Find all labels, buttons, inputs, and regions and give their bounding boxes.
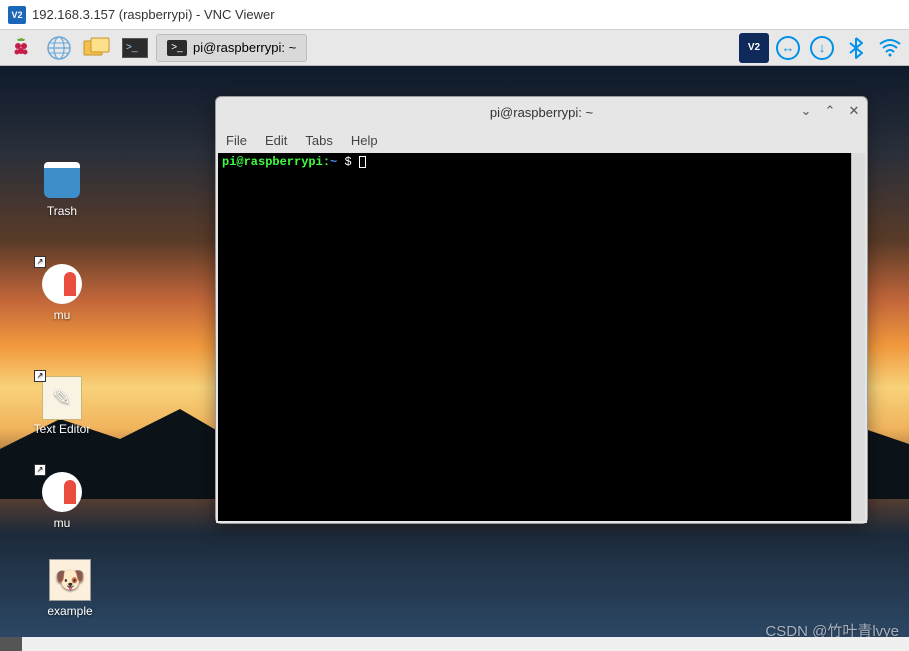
prompt-userhost: pi@raspberrypi: xyxy=(222,155,330,169)
prompt-symbol: $ xyxy=(344,155,351,169)
menu-help[interactable]: Help xyxy=(351,133,378,148)
prompt-path: ~ xyxy=(330,155,337,169)
icon-label: example xyxy=(30,604,110,618)
taskbar: >_ >_ pi@raspberrypi: ~ V2 ↔ ↓ xyxy=(0,30,909,66)
globe-icon xyxy=(46,35,72,61)
menu-edit[interactable]: Edit xyxy=(265,133,287,148)
web-browser-button[interactable] xyxy=(42,33,76,63)
shortcut-arrow-icon: ↗ xyxy=(34,256,46,268)
remote-arrows-icon: ↔ xyxy=(776,36,800,60)
icon-label: Trash xyxy=(22,204,102,218)
files-icon xyxy=(83,37,111,59)
terminal-title: pi@raspberrypi: ~ xyxy=(490,105,593,120)
raspberry-icon xyxy=(9,36,33,60)
terminal-window[interactable]: pi@raspberrypi: ~ ⌄ ⌃ ✕ File Edit Tabs H… xyxy=(215,96,868,524)
bluetooth-icon xyxy=(847,36,865,60)
task-label: pi@raspberrypi: ~ xyxy=(193,40,296,55)
menu-file[interactable]: File xyxy=(226,133,247,148)
taskbar-terminal-task[interactable]: >_ pi@raspberrypi: ~ xyxy=(156,34,307,62)
shortcut-arrow-icon: ↗ xyxy=(34,464,46,476)
vnc-viewer-icon: V2 xyxy=(8,6,26,24)
system-tray: V2 ↔ ↓ xyxy=(739,33,905,63)
host-titlebar: V2 192.168.3.157 (raspberrypi) - VNC Vie… xyxy=(0,0,909,30)
desktop-icon-text-editor[interactable]: ↗✎ Text Editor xyxy=(22,376,102,436)
tray-wifi[interactable] xyxy=(875,33,905,63)
text-editor-icon: ✎ xyxy=(42,376,82,420)
terminal-cursor xyxy=(359,156,366,168)
desktop-icon-mu[interactable]: ↗ mu xyxy=(22,262,102,322)
host-window-title: 192.168.3.157 (raspberrypi) - VNC Viewer xyxy=(32,7,275,22)
start-menu-button[interactable] xyxy=(4,33,38,63)
window-close-button[interactable]: ✕ xyxy=(847,103,861,119)
terminal-icon: >_ xyxy=(122,38,148,58)
window-maximize-button[interactable]: ⌃ xyxy=(823,103,837,119)
tray-vnc-server[interactable]: V2 xyxy=(739,33,769,63)
tray-bluetooth[interactable] xyxy=(841,33,871,63)
terminal-scrollbar[interactable] xyxy=(851,153,865,521)
mu-icon xyxy=(42,264,82,304)
file-manager-button[interactable] xyxy=(80,33,114,63)
terminal-body[interactable]: pi@raspberrypi:~ $ xyxy=(218,153,851,521)
wifi-icon xyxy=(878,38,902,58)
desktop-icon-mu-2[interactable]: ↗ mu xyxy=(22,470,102,530)
host-status-bar xyxy=(0,637,909,651)
icon-label: Text Editor xyxy=(22,422,102,436)
icon-label: mu xyxy=(22,308,102,322)
desktop-icon-trash[interactable]: Trash xyxy=(22,158,102,218)
terminal-launcher-button[interactable]: >_ xyxy=(118,33,152,63)
window-minimize-button[interactable]: ⌄ xyxy=(799,103,813,119)
icon-label: mu xyxy=(22,516,102,530)
terminal-menubar: File Edit Tabs Help xyxy=(216,127,867,153)
download-icon: ↓ xyxy=(810,36,834,60)
tray-download[interactable]: ↓ xyxy=(807,33,837,63)
image-file-icon: 🐶 xyxy=(49,559,91,601)
trash-icon xyxy=(44,162,80,198)
mu-icon xyxy=(42,472,82,512)
menu-tabs[interactable]: Tabs xyxy=(305,133,332,148)
desktop-icon-example[interactable]: 🐶 example xyxy=(30,558,110,618)
desktop[interactable]: Trash ↗ mu ↗✎ Text Editor ↗ mu 🐶 example… xyxy=(0,66,909,651)
terminal-icon: >_ xyxy=(167,40,187,56)
terminal-titlebar[interactable]: pi@raspberrypi: ~ ⌄ ⌃ ✕ xyxy=(216,97,867,127)
shortcut-arrow-icon: ↗ xyxy=(34,370,46,382)
tray-remote-desktop[interactable]: ↔ xyxy=(773,33,803,63)
